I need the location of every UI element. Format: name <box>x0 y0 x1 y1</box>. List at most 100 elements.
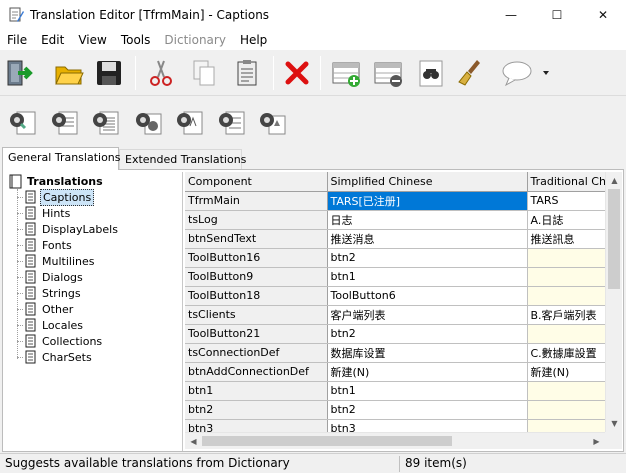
tree-item-charsets[interactable]: CharSets <box>17 349 94 365</box>
exit-button[interactable] <box>2 55 38 91</box>
document-icon <box>24 350 37 365</box>
cell-traditional-chinese[interactable]: TARS <box>527 191 605 211</box>
cell-traditional-chinese[interactable] <box>527 381 605 401</box>
maximize-button[interactable]: ☐ <box>534 0 580 30</box>
menu-dictionary[interactable]: Dictionary <box>157 30 233 50</box>
open-button[interactable] <box>51 55 87 91</box>
grid-row[interactable]: ToolButton9 btn1 <box>185 267 605 287</box>
tree-item-locales[interactable]: Locales <box>17 317 85 333</box>
save-button[interactable] <box>91 55 127 91</box>
menu-help[interactable]: Help <box>233 30 274 50</box>
scroll-down-icon[interactable]: ▼ <box>606 415 623 432</box>
tree-item-collections[interactable]: Collections <box>17 333 104 349</box>
gear-page-7-button[interactable] <box>255 104 291 140</box>
horizontal-scroll-thumb[interactable] <box>202 436 452 446</box>
comment-dropdown-button[interactable] <box>497 55 553 91</box>
grid-row[interactable]: btnAddConnectionDef 新建(N) 新建(N) <box>185 362 605 382</box>
column-header-component[interactable]: Component <box>185 172 328 192</box>
cell-simplified-chinese[interactable]: 新建(N) <box>327 362 528 382</box>
paste-button[interactable] <box>229 55 265 91</box>
cell-traditional-chinese[interactable] <box>527 248 605 268</box>
cell-simplified-chinese[interactable]: 日志 <box>327 210 528 230</box>
tree-connector <box>17 276 23 278</box>
cell-traditional-chinese[interactable] <box>527 419 605 432</box>
grid-row[interactable]: ToolButton18 ToolButton6 <box>185 286 605 306</box>
cut-button[interactable] <box>142 55 178 91</box>
menu-tools[interactable]: Tools <box>114 30 158 50</box>
grid-row[interactable]: btn1 btn1 <box>185 381 605 401</box>
cell-simplified-chinese[interactable]: btn1 <box>327 381 528 401</box>
tab-extended-translations[interactable]: Extended Translations <box>119 149 246 171</box>
cell-simplified-chinese[interactable]: 客户端列表 <box>327 305 528 325</box>
cell-traditional-chinese[interactable]: A.日誌 <box>527 210 605 230</box>
scroll-right-icon[interactable]: ▶ <box>588 433 605 450</box>
grid-row[interactable]: ToolButton21 btn2 <box>185 324 605 344</box>
tree-item-multilines[interactable]: Multilines <box>17 253 96 269</box>
horizontal-scrollbar[interactable]: ◀ ▶ <box>185 432 605 449</box>
column-header-simplified-chinese[interactable]: Simplified Chinese <box>327 172 528 192</box>
cell-traditional-chinese[interactable]: B.客戶端列表 <box>527 305 605 325</box>
vertical-scrollbar[interactable]: ▲ ▼ <box>605 172 622 432</box>
cell-simplified-chinese[interactable]: TARS[已注册] <box>327 191 528 211</box>
copy-button[interactable] <box>186 55 222 91</box>
grid-row[interactable]: ToolButton16 btn2 <box>185 248 605 268</box>
tree-item-captions[interactable]: Captions <box>17 188 95 206</box>
tree-item-fonts[interactable]: Fonts <box>17 237 74 253</box>
tree-item-other[interactable]: Other <box>17 301 75 317</box>
menu-view[interactable]: View <box>71 30 113 50</box>
grid-row[interactable]: btn3 btn3 <box>185 419 605 432</box>
cell-traditional-chinese[interactable]: 新建(N) <box>527 362 605 382</box>
grid-row[interactable]: TfrmMain TARS[已注册] TARS <box>185 191 605 211</box>
tree-item-strings[interactable]: Strings <box>17 285 83 301</box>
grid-row[interactable]: tsConnectionDef 数据库设置 C.數據庫設置 <box>185 343 605 363</box>
tree-item-displaylabels[interactable]: DisplayLabels <box>17 221 120 237</box>
gear-page-5-button[interactable] <box>172 104 208 140</box>
cell-simplified-chinese[interactable]: btn2 <box>327 324 528 344</box>
gear-page-3-button[interactable] <box>88 104 124 140</box>
remove-row-button[interactable] <box>370 55 406 91</box>
tab-general-translations[interactable]: General Translations <box>2 147 121 170</box>
cell-traditional-chinese[interactable] <box>527 286 605 306</box>
vertical-scroll-thumb[interactable] <box>608 189 620 289</box>
close-icon: ✕ <box>597 8 609 22</box>
cell-traditional-chinese[interactable]: 推送訊息 <box>527 229 605 249</box>
cell-simplified-chinese[interactable]: btn2 <box>327 400 528 420</box>
brush-button[interactable] <box>453 55 489 91</box>
tree-root[interactable]: Translations <box>9 173 105 189</box>
tree-connector <box>17 212 23 214</box>
cell-traditional-chinese[interactable] <box>527 400 605 420</box>
gear-page-4-button[interactable] <box>131 104 167 140</box>
grid-row[interactable]: tsLog 日志 A.日誌 <box>185 210 605 230</box>
column-header-traditional-chinese[interactable]: Traditional Chi <box>527 172 605 192</box>
cell-traditional-chinese[interactable]: C.數據庫設置 <box>527 343 605 363</box>
cell-simplified-chinese[interactable]: btn2 <box>327 248 528 268</box>
menu-edit[interactable]: Edit <box>34 30 71 50</box>
cell-traditional-chinese[interactable] <box>527 267 605 287</box>
gear-page-5-icon <box>177 111 203 135</box>
cell-component: TfrmMain <box>185 191 328 211</box>
category-tree: Translations Captions Hints DisplayLabels F… <box>5 172 183 451</box>
cell-simplified-chinese[interactable]: btn3 <box>327 419 528 432</box>
menu-file[interactable]: File <box>0 30 34 50</box>
document-icon <box>24 318 37 333</box>
cell-simplified-chinese[interactable]: btn1 <box>327 267 528 287</box>
find-button[interactable] <box>413 55 449 91</box>
grid-row[interactable]: btnSendText 推送消息 推送訊息 <box>185 229 605 249</box>
grid-row[interactable]: tsClients 客户端列表 B.客戶端列表 <box>185 305 605 325</box>
close-window-button[interactable]: ✕ <box>580 0 626 30</box>
cell-simplified-chinese[interactable]: 数据库设置 <box>327 343 528 363</box>
minimize-button[interactable]: — <box>488 0 534 30</box>
gear-page-2-button[interactable] <box>47 104 83 140</box>
delete-button[interactable] <box>279 55 315 91</box>
cell-simplified-chinese[interactable]: 推送消息 <box>327 229 528 249</box>
scroll-up-icon[interactable]: ▲ <box>606 172 623 189</box>
tree-item-dialogs[interactable]: Dialogs <box>17 269 85 285</box>
tree-item-hints[interactable]: Hints <box>17 205 72 221</box>
cell-traditional-chinese[interactable] <box>527 324 605 344</box>
add-row-button[interactable] <box>328 55 364 91</box>
grid-row[interactable]: btn2 btn2 <box>185 400 605 420</box>
gear-page-6-button[interactable] <box>214 104 250 140</box>
cell-simplified-chinese[interactable]: ToolButton6 <box>327 286 528 306</box>
gear-page-1-button[interactable] <box>5 104 41 140</box>
scroll-left-icon[interactable]: ◀ <box>185 433 202 450</box>
